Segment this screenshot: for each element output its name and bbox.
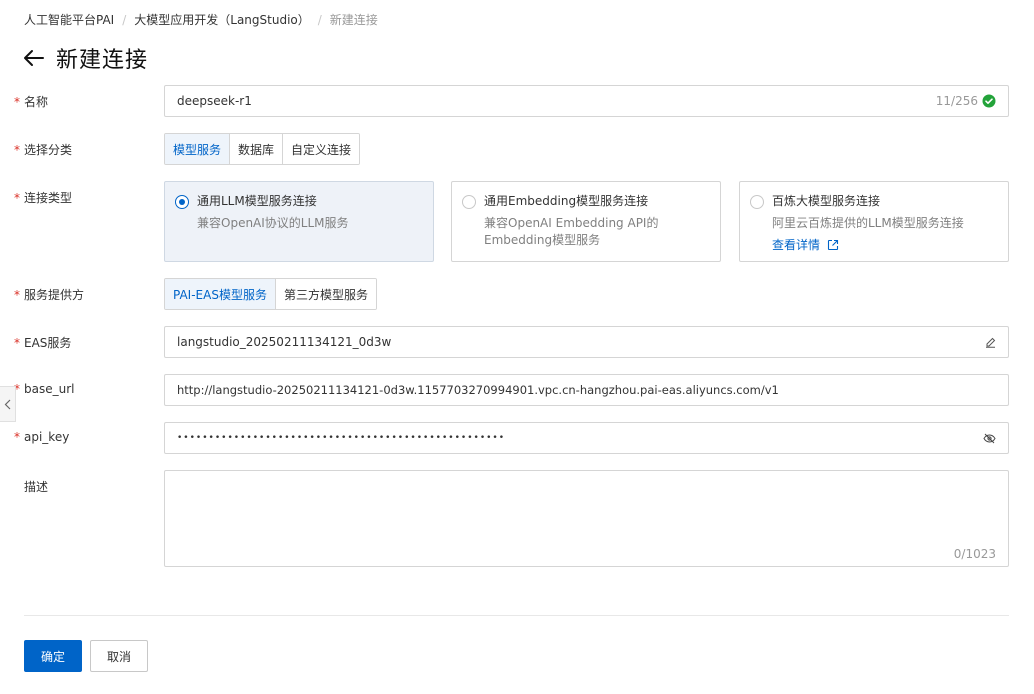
breadcrumb: 人工智能平台PAI / 大模型应用开发（LangStudio） / 新建连接 [24,11,378,28]
provider-segmented: PAI-EAS模型服务 第三方模型服务 [164,278,377,310]
category-option-database[interactable]: 数据库 [230,134,284,164]
breadcrumb-separator: / [317,12,322,27]
name-input[interactable]: deepseek-r1 11/256 [164,85,1009,117]
eas-service-select[interactable]: langstudio_20250211134121_0d3w [164,326,1009,358]
view-details-label[interactable]: 查看详情 [772,236,820,253]
api-key-label: * api_key [14,430,70,444]
cancel-button[interactable]: 取消 [90,640,148,672]
check-circle-icon [982,94,996,108]
base-url-input[interactable]: http://langstudio-20250211134121-0d3w.11… [164,374,1009,406]
card-bailian-title: 百炼大模型服务连接 [772,194,881,208]
breadcrumb-pai[interactable]: 人工智能平台PAI [24,11,114,28]
card-llm[interactable]: 通用LLM模型服务连接 兼容OpenAI协议的LLM服务 [164,181,434,262]
connection-type-label: * 连接类型 [14,190,73,206]
radio-bailian[interactable] [750,195,764,209]
api-key-value[interactable]: ••••••••••••••••••••••••••••••••••••••••… [177,433,979,443]
category-option-model[interactable]: 模型服务 [165,134,231,164]
name-counter: 11/256 [935,94,978,108]
name-label: * 名称 [14,94,49,110]
category-label: * 选择分类 [14,142,73,158]
chevron-left-icon[interactable] [4,399,11,410]
card-llm-title: 通用LLM模型服务连接 [197,194,317,208]
view-details-link[interactable]: 查看详情 [772,236,839,253]
api-key-input[interactable]: ••••••••••••••••••••••••••••••••••••••••… [164,422,1009,454]
radio-llm[interactable] [175,195,189,209]
description-counter: 0/1023 [953,547,996,561]
card-embedding[interactable]: 通用Embedding模型服务连接 兼容OpenAI Embedding API… [451,181,721,262]
provider-option-pai-eas[interactable]: PAI-EAS模型服务 [165,279,276,309]
sidebar-collapse-toggle[interactable] [0,386,16,422]
card-embedding-desc: 兼容OpenAI Embedding API的Embedding模型服务 [484,216,659,247]
card-llm-desc: 兼容OpenAI协议的LLM服务 [197,216,349,230]
arrow-left-icon[interactable] [22,46,46,70]
name-counter-wrap: 11/256 [936,94,996,108]
eye-off-icon[interactable] [983,433,996,444]
base-url-value[interactable]: http://langstudio-20250211134121-0d3w.11… [177,383,996,397]
provider-label: * 服务提供方 [14,287,85,303]
external-link-icon[interactable] [827,239,839,251]
confirm-button[interactable]: 确定 [24,640,82,672]
footer-divider [24,615,1009,616]
card-bailian-desc: 阿里云百炼提供的LLM模型服务连接 [772,216,964,230]
edit-icon[interactable] [985,337,996,348]
breadcrumb-separator: / [122,12,127,27]
radio-embedding[interactable] [462,195,476,209]
eas-service-label: * EAS服务 [14,335,72,351]
category-option-custom[interactable]: 自定义连接 [283,134,360,164]
page-header: 新建连接 [22,42,148,74]
breadcrumb-langstudio[interactable]: 大模型应用开发（LangStudio） [134,11,309,28]
card-bailian[interactable]: 百炼大模型服务连接 阿里云百炼提供的LLM模型服务连接 查看详情 [739,181,1009,262]
description-label: 描述 [24,480,49,494]
name-value[interactable]: deepseek-r1 [177,94,936,108]
breadcrumb-current: 新建连接 [329,13,378,27]
category-segmented: 模型服务 数据库 自定义连接 [164,133,361,165]
page-title: 新建连接 [56,48,149,73]
eas-service-value[interactable]: langstudio_20250211134121_0d3w [177,335,981,349]
provider-option-third-party[interactable]: 第三方模型服务 [275,279,376,309]
base-url-label: * base_url [14,382,75,396]
description-textarea[interactable]: 0/1023 [164,470,1009,567]
card-embedding-title: 通用Embedding模型服务连接 [484,194,649,208]
